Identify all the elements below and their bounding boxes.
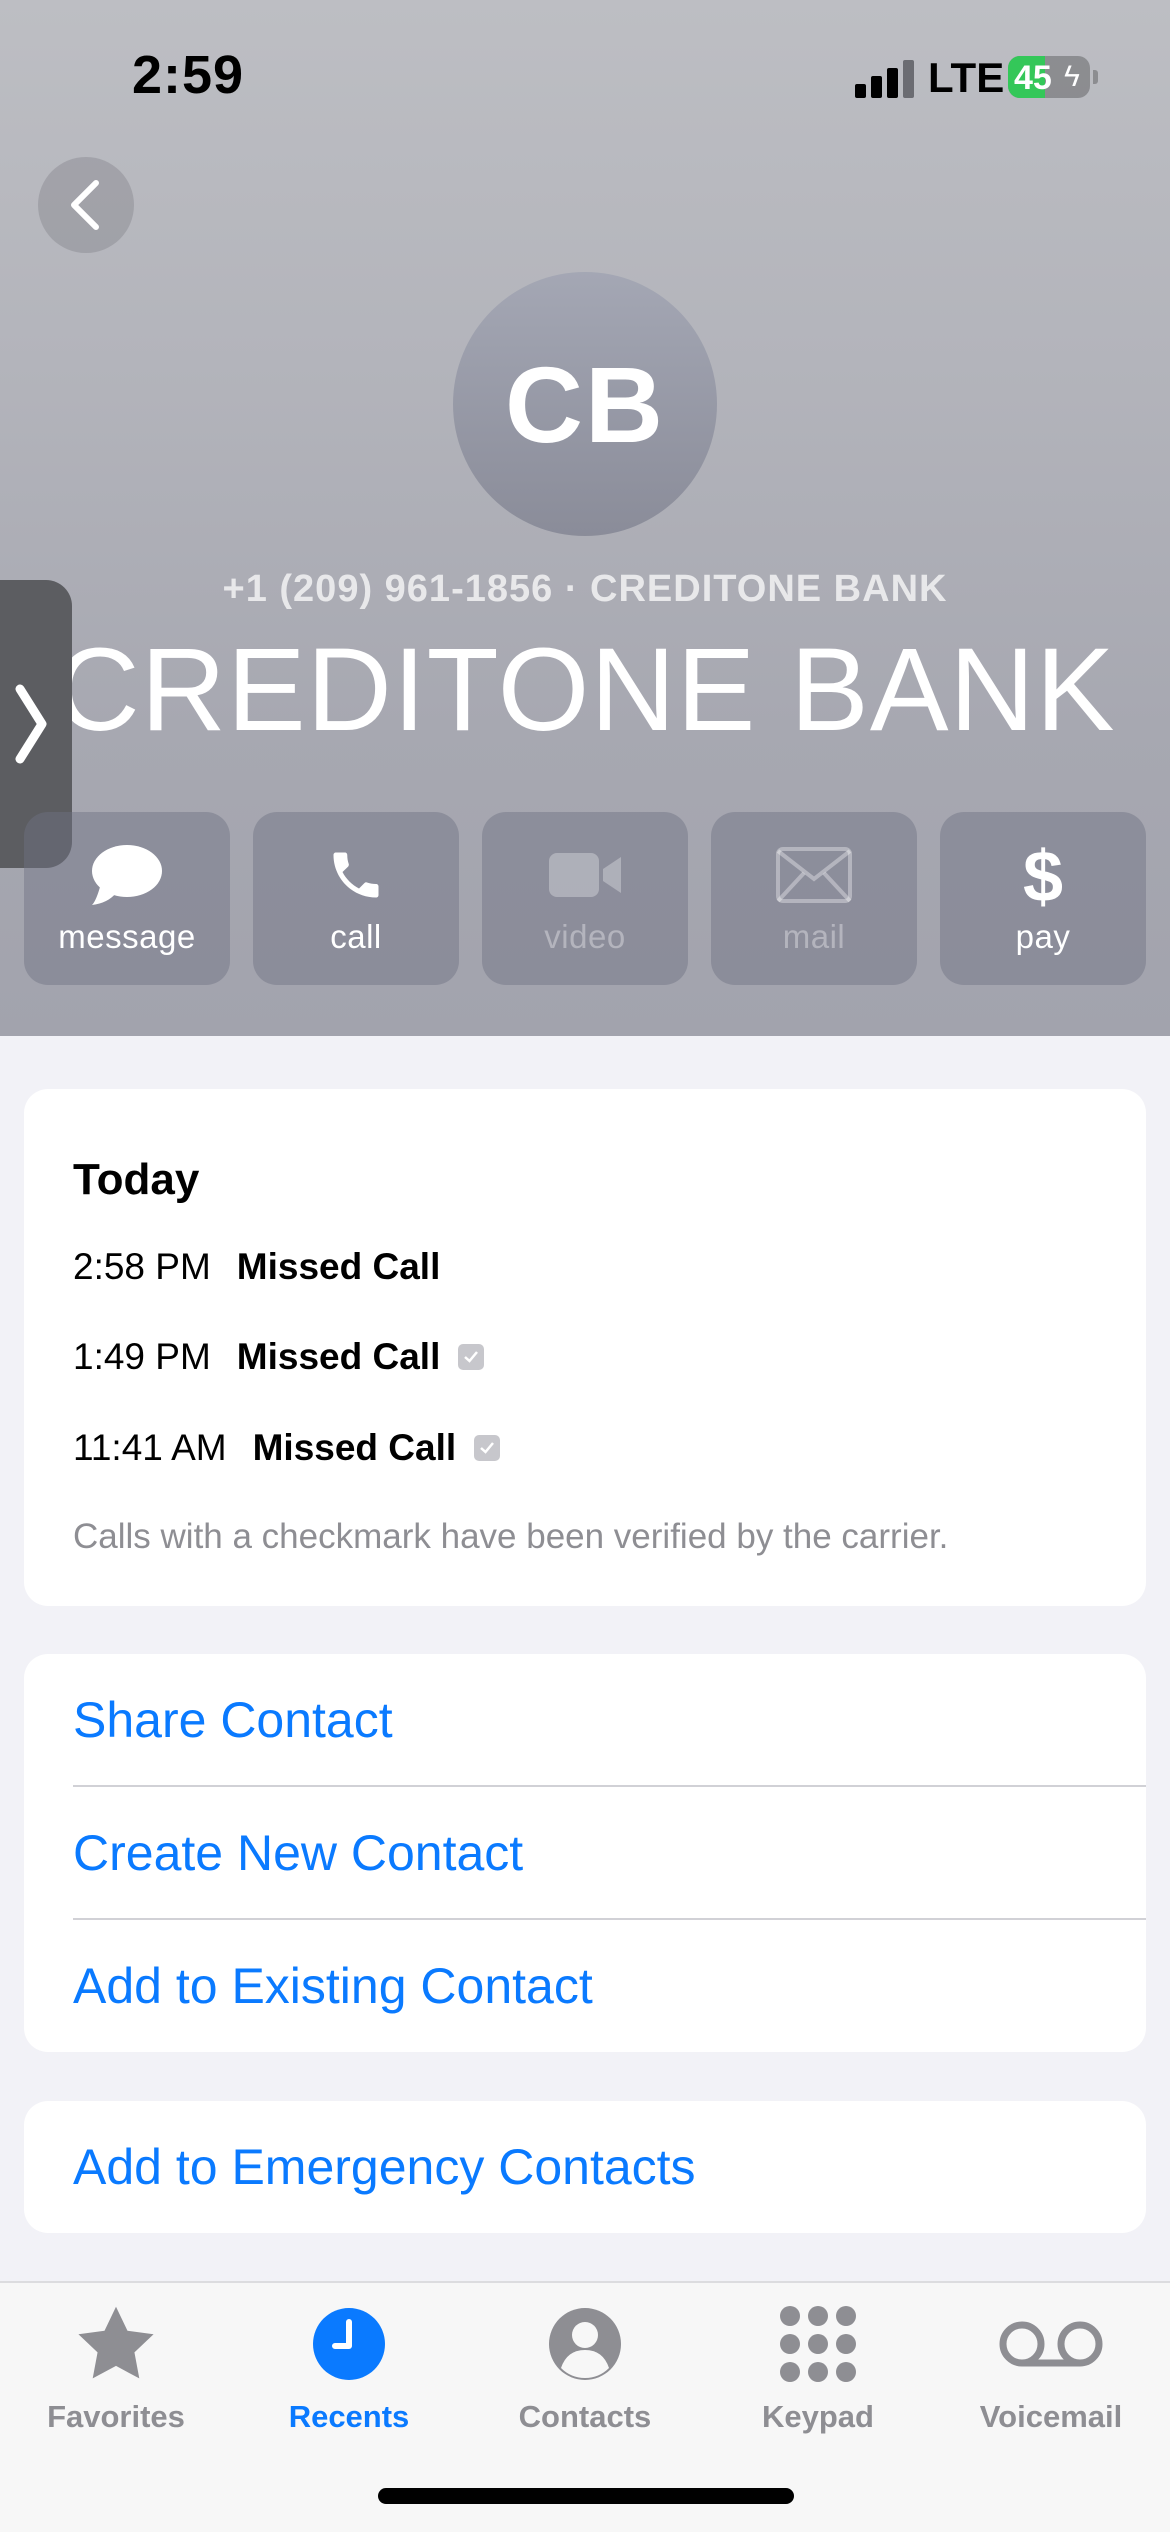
person-circle-icon <box>549 2308 621 2380</box>
tab-contacts[interactable]: Contacts <box>475 2301 695 2451</box>
svg-text:$: $ <box>1023 839 1063 911</box>
add-to-existing-contact-button[interactable]: Add to Existing Contact <box>73 1920 1146 2052</box>
avatar: CB <box>453 272 717 536</box>
call-time: 11:41 AM <box>73 1427 227 1468</box>
verification-note: Calls with a checkmark have been verifie… <box>73 1517 949 1556</box>
video-camera-icon <box>549 853 621 897</box>
call-row: 11:41 AM Missed Call <box>73 1423 501 1473</box>
battery-cap <box>1093 70 1098 84</box>
phone-icon <box>333 852 379 898</box>
verified-check-icon <box>458 1344 485 1370</box>
share-contact-button[interactable]: Share Contact <box>73 1654 1146 1786</box>
pay-label: pay <box>1015 918 1071 955</box>
calls-section-title: Today <box>73 1155 200 1204</box>
contact-subtitle: +1 (209) 961-1856 · CREDITONE BANK <box>222 568 948 610</box>
message-label: message <box>58 918 196 955</box>
home-indicator <box>378 2488 794 2504</box>
contact-header: 2:59 LTE 45 ϟ CB +1 (209) 961-1856 · CRE… <box>0 0 1170 1036</box>
verified-check-icon <box>474 1435 501 1461</box>
call-type: Missed Call <box>236 1246 441 1287</box>
tab-recents[interactable]: Recents <box>239 2301 459 2451</box>
network-type: LTE <box>928 54 1005 101</box>
emergency-card: Add to Emergency Contacts <box>24 2101 1146 2233</box>
battery-percent: 45 <box>1014 59 1052 97</box>
call-label: call <box>330 918 382 955</box>
star-icon <box>78 2306 154 2379</box>
call-row: 2:58 PM Missed Call <box>73 1242 440 1292</box>
tab-label: Contacts <box>518 2399 652 2434</box>
battery-icon: 45 ϟ <box>1008 56 1090 98</box>
back-button[interactable] <box>38 157 134 253</box>
tab-favorites[interactable]: Favorites <box>6 2301 226 2451</box>
call-row: 1:49 PM Missed Call <box>73 1332 485 1382</box>
call-button[interactable]: call <box>253 812 459 985</box>
mail-button[interactable]: mail <box>711 812 917 985</box>
envelope-icon <box>776 847 852 903</box>
video-label: video <box>544 918 626 955</box>
message-bubble-icon <box>92 845 162 905</box>
chevron-right-icon <box>15 684 47 764</box>
charging-bolt-icon: ϟ <box>1064 60 1080 93</box>
dollar-icon: $ <box>1023 839 1063 911</box>
add-to-emergency-contacts-button[interactable]: Add to Emergency Contacts <box>73 2101 1146 2233</box>
quick-actions: message call video mail $ pay <box>24 812 1146 985</box>
voicemail-icon <box>999 2321 1103 2367</box>
tab-label: Keypad <box>762 2399 874 2434</box>
contact-actions-card: Share Contact Create New Contact Add to … <box>24 1654 1146 2052</box>
chevron-left-icon <box>71 180 99 230</box>
video-button[interactable]: video <box>482 812 688 985</box>
tab-voicemail[interactable]: Voicemail <box>941 2301 1161 2451</box>
avatar-initials: CB <box>505 343 665 465</box>
tab-label: Favorites <box>47 2399 185 2434</box>
call-type: Missed Call <box>236 1336 441 1377</box>
tab-label: Voicemail <box>979 2399 1123 2434</box>
keypad-icon <box>780 2306 856 2382</box>
clock-icon <box>313 2308 385 2380</box>
status-time: 2:59 <box>132 45 245 105</box>
create-new-contact-button[interactable]: Create New Contact <box>73 1787 1146 1919</box>
pay-button[interactable]: $ pay <box>940 812 1146 985</box>
recent-calls-card: Today 2:58 PM Missed Call 1:49 PM Missed… <box>24 1089 1146 1606</box>
call-time: 2:58 PM <box>73 1246 211 1287</box>
message-button[interactable]: message <box>24 812 230 985</box>
tab-keypad[interactable]: Keypad <box>708 2301 928 2451</box>
mail-label: mail <box>782 918 846 955</box>
call-time: 1:49 PM <box>73 1336 211 1377</box>
contact-name: CREDITONE BANK <box>54 624 1116 756</box>
tab-label: Recents <box>288 2399 410 2434</box>
cellular-signal-icon <box>855 58 915 98</box>
call-type: Missed Call <box>252 1427 457 1468</box>
